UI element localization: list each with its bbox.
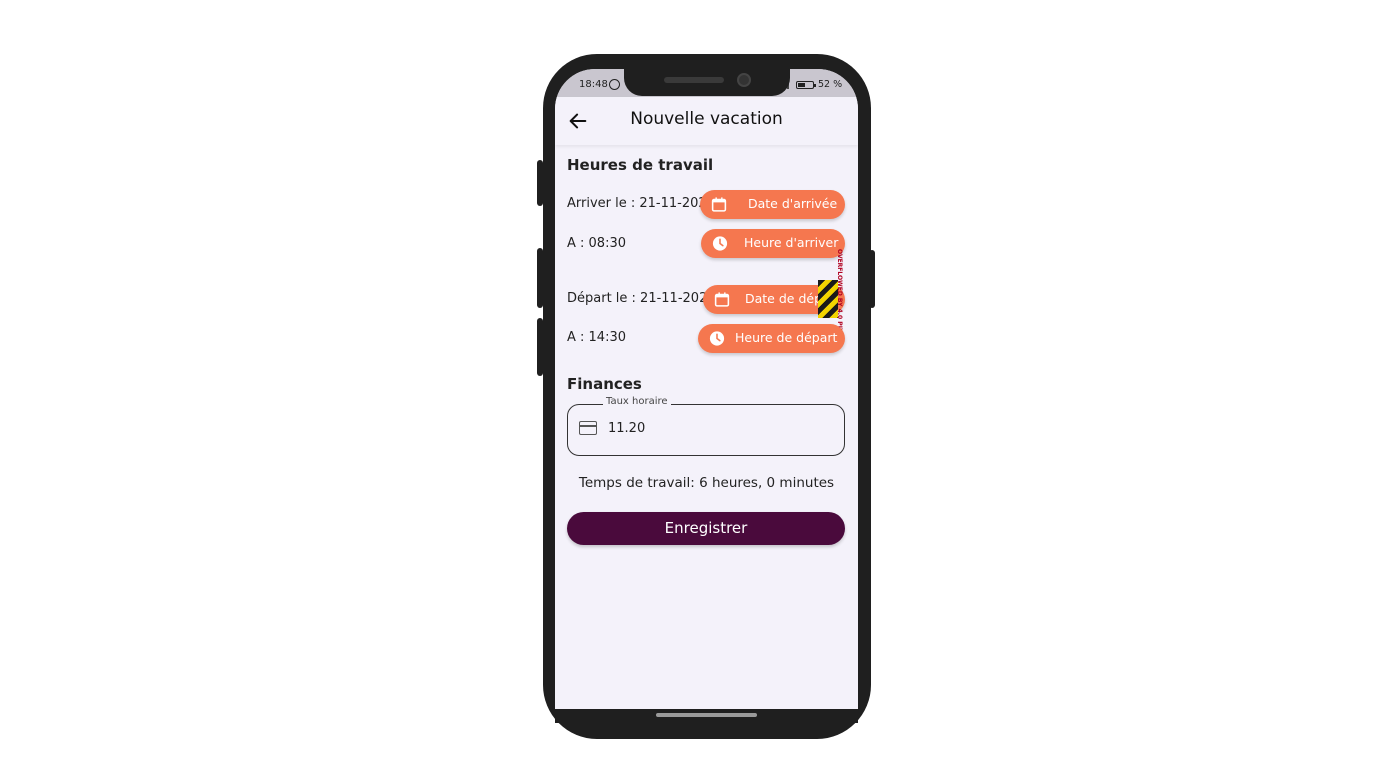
battery-icon [796, 81, 816, 89]
departure-date-label: Départ le : 21-11-2024 [567, 291, 716, 306]
departure-time-label: A : 14:30 [567, 330, 627, 345]
battery-percent: 52 % [818, 79, 843, 90]
arrival-time-button-label: Heure d'arriver [744, 235, 839, 250]
credit-card-icon [579, 421, 597, 435]
arrival-date-button[interactable]: Date d'arrivée [700, 190, 845, 219]
app-bar: Nouvelle vacation [555, 97, 858, 145]
phone-side-button [537, 160, 543, 206]
phone-side-button [537, 248, 543, 308]
work-hours-heading: Heures de travail [567, 156, 714, 174]
whatsapp-icon [609, 79, 620, 90]
phone-speaker [664, 77, 724, 83]
hourly-rate-value[interactable]: 11.20 [608, 421, 645, 436]
status-time: 18:48 [579, 79, 608, 90]
calendar-icon [714, 292, 730, 307]
departure-time-button-label: Heure de départ [735, 330, 838, 345]
departure-date-button-label: Date de dép [745, 291, 823, 306]
hourly-rate-field[interactable]: 11.20 [567, 404, 845, 456]
clock-icon [709, 331, 725, 346]
app-screen: 18:48 52 % Nouvelle vacation Heures de t… [555, 69, 858, 719]
clock-icon [712, 236, 728, 251]
page-title: Nouvelle vacation [630, 109, 783, 129]
front-camera [737, 73, 751, 87]
departure-time-button[interactable]: Heure de départ [698, 324, 845, 353]
home-indicator[interactable] [656, 713, 757, 717]
finances-heading: Finances [567, 375, 642, 393]
work-time-summary: Temps de travail: 6 heures, 0 minutes [578, 475, 835, 491]
arrival-time-label: A : 08:30 [567, 236, 627, 251]
phone-side-button [869, 250, 875, 308]
arrival-date-label: Arriver le : 21-11-2024 [567, 196, 715, 211]
arrival-time-button[interactable]: Heure d'arriver [701, 229, 845, 258]
arrival-date-button-label: Date d'arrivée [748, 196, 838, 211]
hourly-rate-label: Taux horaire [603, 396, 671, 407]
phone-side-button [537, 318, 543, 376]
save-button[interactable]: Enregistrer [567, 512, 845, 545]
calendar-icon [711, 197, 727, 212]
